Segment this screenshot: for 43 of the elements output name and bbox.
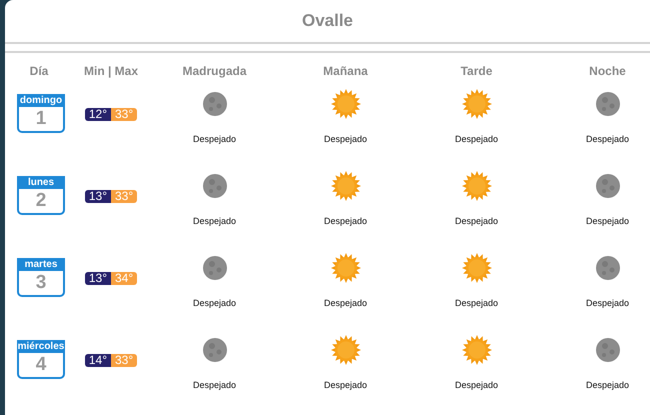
condition-label: Despejado	[586, 134, 630, 144]
condition-label: Despejado	[454, 380, 498, 390]
max-temperature: 33°	[111, 354, 138, 367]
condition-label: Despejado	[324, 298, 368, 308]
calendar-date: martes 3	[17, 258, 65, 297]
sun-icon	[330, 170, 362, 202]
condition-label: Despejado	[586, 216, 630, 226]
column-header: Min | Max	[84, 64, 138, 78]
condition-label: Despejado	[192, 298, 236, 308]
min-temperature: 13°	[84, 190, 111, 203]
condition-label: Despejado	[192, 134, 236, 144]
max-temperature: 34°	[111, 272, 138, 285]
column-header: Madrugada	[182, 64, 246, 78]
calendar-date: domingo 1	[17, 94, 65, 133]
condition-label: Despejado	[586, 380, 630, 390]
city-title: Ovalle	[300, 10, 354, 32]
sun-icon	[330, 252, 362, 284]
condition-label: Despejado	[586, 298, 630, 308]
column-header: Día	[30, 64, 48, 78]
calendar-date: lunes 2	[17, 176, 65, 215]
sun-icon	[460, 170, 492, 202]
min-temperature: 13°	[84, 272, 111, 285]
sun-icon	[330, 88, 362, 120]
sun-icon	[460, 334, 492, 366]
max-temperature: 33°	[111, 108, 138, 121]
sun-icon	[460, 88, 492, 120]
min-temperature: 14°	[84, 354, 111, 367]
condition-label: Despejado	[454, 216, 498, 226]
condition-label: Despejado	[324, 134, 368, 144]
max-temperature: 33°	[111, 190, 138, 203]
condition-label: Despejado	[324, 216, 368, 226]
min-temperature: 12°	[84, 108, 111, 121]
condition-label: Despejado	[454, 298, 498, 308]
column-header: Tarde	[460, 64, 492, 78]
condition-label: Despejado	[192, 380, 236, 390]
condition-label: Despejado	[192, 216, 236, 226]
calendar-date: miércoles 4	[17, 340, 65, 379]
column-header: Mañana	[323, 64, 368, 78]
sun-icon	[330, 334, 362, 366]
sun-icon	[460, 252, 492, 284]
column-header: Noche	[589, 64, 626, 78]
condition-label: Despejado	[454, 134, 498, 144]
condition-label: Despejado	[324, 380, 368, 390]
